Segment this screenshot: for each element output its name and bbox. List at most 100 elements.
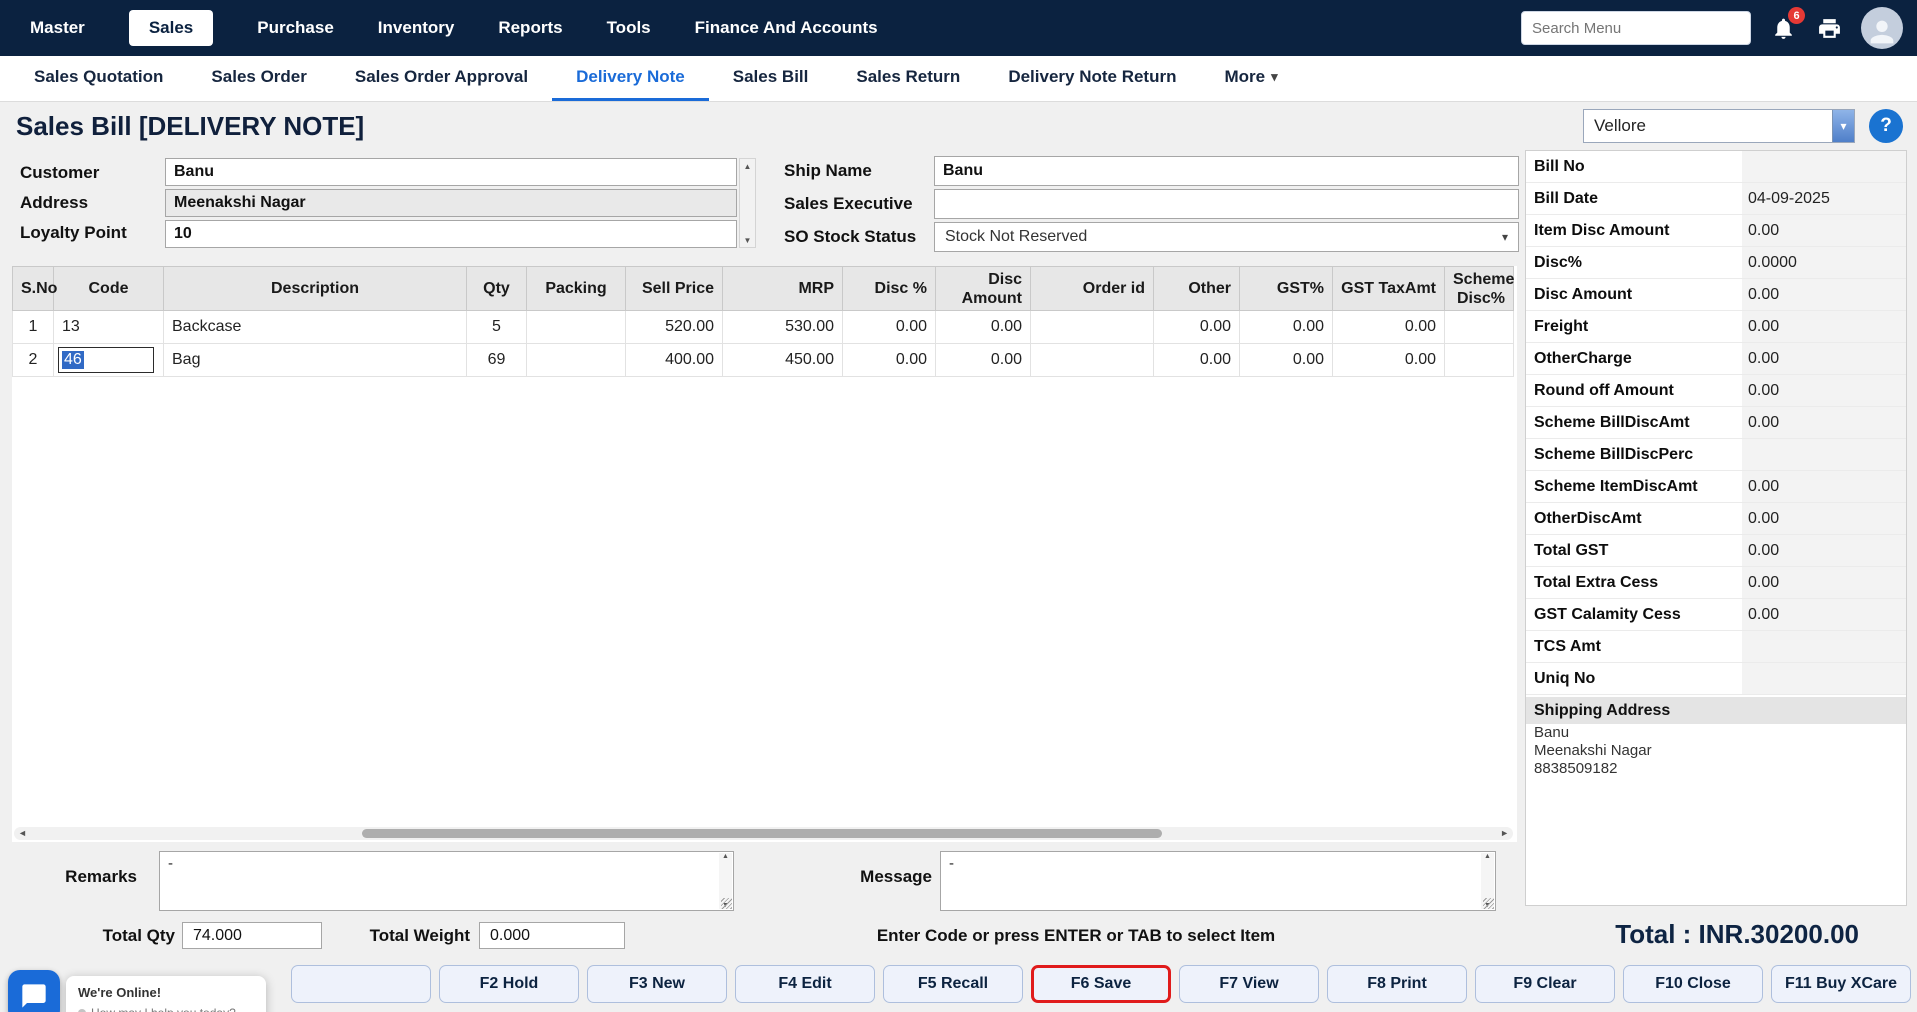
horizontal-scrollbar[interactable]: ◄ ► (14, 827, 1513, 840)
tab-sales-order-approval[interactable]: Sales Order Approval (331, 56, 552, 101)
col-header-packing: Packing (527, 267, 626, 311)
cell-sell-price[interactable]: 520.00 (626, 311, 723, 344)
f11-buy-xcare-button[interactable]: F11 Buy XCare (1771, 965, 1911, 1003)
cell-disc-pct[interactable]: 0.00 (843, 344, 936, 377)
content-area: Customer Address Meenakshi Nagar Loyalty… (0, 150, 1917, 915)
chat-status-card[interactable]: We're Online! How may I help you today? (66, 976, 266, 1012)
cell-gst-taxamt[interactable]: 0.00 (1333, 344, 1445, 377)
f6-save-button[interactable]: F6 Save (1031, 965, 1171, 1003)
cell-description[interactable]: Bag (164, 344, 467, 377)
code-cell-editor[interactable]: 46 (58, 347, 154, 373)
cell-gst-pct[interactable]: 0.00 (1240, 311, 1333, 344)
sales-executive-input[interactable] (934, 189, 1519, 219)
total-qty-input[interactable] (182, 922, 322, 949)
scroll-right-icon[interactable]: ► (1500, 828, 1509, 838)
f3-new-button[interactable]: F3 New (587, 965, 727, 1003)
summary-row-disc-pct: Disc%0.0000 (1526, 247, 1906, 279)
so-stock-status-select[interactable]: Stock Not Reserved ▾ (934, 222, 1519, 252)
cell-code[interactable]: 46 (54, 344, 164, 377)
tab-more[interactable]: More ▾ (1200, 56, 1301, 101)
remarks-textarea[interactable]: - ▲ ▼ (159, 851, 734, 911)
summary-row-scheme-billdiscamt: Scheme BillDiscAmt0.00 (1526, 407, 1906, 439)
f5-recall-button[interactable]: F5 Recall (883, 965, 1023, 1003)
ship-name-input[interactable] (934, 156, 1519, 186)
nav-item-reports[interactable]: Reports (498, 18, 562, 38)
cell-packing[interactable] (527, 344, 626, 377)
scrollbar-track[interactable] (740, 173, 755, 233)
nav-item-finance-and-accounts[interactable]: Finance And Accounts (695, 18, 878, 38)
summary-value: 0.00 (1742, 567, 1906, 598)
scroll-left-icon[interactable]: ◄ (18, 828, 27, 838)
location-dropdown[interactable]: Vellore ▾ (1583, 109, 1855, 143)
resize-handle[interactable] (721, 898, 732, 909)
f4-edit-button[interactable]: F4 Edit (735, 965, 875, 1003)
cell-code[interactable]: 13 (54, 311, 164, 344)
total-weight-input[interactable] (479, 922, 625, 949)
scrollbar-thumb[interactable] (362, 829, 1162, 838)
tab-sales-order[interactable]: Sales Order (187, 56, 330, 101)
f2-hold-button[interactable]: F2 Hold (439, 965, 579, 1003)
search-menu-input[interactable] (1521, 11, 1751, 45)
address-field[interactable]: Meenakshi Nagar (165, 189, 737, 217)
user-avatar[interactable] (1861, 7, 1903, 49)
f1-button[interactable] (291, 965, 431, 1003)
tab-sales-bill[interactable]: Sales Bill (709, 56, 833, 101)
cell-disc-pct[interactable]: 0.00 (843, 311, 936, 344)
summary-value: 0.00 (1742, 311, 1906, 342)
summary-value: 0.00 (1742, 343, 1906, 374)
loyalty-point-input[interactable] (165, 220, 737, 248)
tab-delivery-note[interactable]: Delivery Note (552, 56, 709, 101)
message-textarea[interactable]: - ▲ ▼ (940, 851, 1496, 911)
tab-delivery-note-return[interactable]: Delivery Note Return (984, 56, 1200, 101)
col-header-order-id: Order id (1031, 267, 1154, 311)
f10-close-button[interactable]: F10 Close (1623, 965, 1763, 1003)
chevron-down-icon[interactable]: ▾ (1832, 110, 1854, 142)
cell-gst-pct[interactable]: 0.00 (1240, 344, 1333, 377)
cell-other[interactable]: 0.00 (1154, 344, 1240, 377)
cell-scheme-disc[interactable] (1445, 344, 1514, 377)
cell-sno[interactable]: 1 (13, 311, 54, 344)
nav-item-master[interactable]: Master (30, 18, 85, 38)
cell-disc-amount[interactable]: 0.00 (936, 311, 1031, 344)
cell-qty[interactable]: 5 (467, 311, 527, 344)
cell-mrp[interactable]: 530.00 (723, 311, 843, 344)
tab-sales-quotation[interactable]: Sales Quotation (10, 56, 187, 101)
col-header-sno: S.No (13, 267, 54, 311)
cell-packing[interactable] (527, 311, 626, 344)
caret-glyph: ▾ (1840, 119, 1846, 133)
cell-scheme-disc[interactable] (1445, 311, 1514, 344)
summary-label: Disc% (1526, 247, 1742, 278)
customer-input[interactable] (165, 158, 737, 186)
form-vertical-scrollbar[interactable]: ▲ ▼ (739, 158, 756, 248)
cell-mrp[interactable]: 450.00 (723, 344, 843, 377)
nav-item-purchase[interactable]: Purchase (257, 18, 334, 38)
scroll-up-icon[interactable]: ▲ (722, 853, 729, 860)
f8-print-button[interactable]: F8 Print (1327, 965, 1467, 1003)
cell-order-id[interactable] (1031, 311, 1154, 344)
nav-item-sales[interactable]: Sales (129, 10, 213, 46)
cell-sell-price[interactable]: 400.00 (626, 344, 723, 377)
cell-order-id[interactable] (1031, 344, 1154, 377)
resize-handle[interactable] (1483, 898, 1494, 909)
print-button[interactable] (1815, 14, 1843, 42)
notifications-button[interactable]: 6 (1769, 14, 1797, 42)
nav-item-tools[interactable]: Tools (607, 18, 651, 38)
scroll-up-icon[interactable]: ▲ (740, 159, 755, 173)
chat-launcher-button[interactable] (8, 970, 60, 1012)
cell-sno[interactable]: 2 (13, 344, 54, 377)
scroll-up-icon[interactable]: ▲ (1484, 853, 1491, 860)
cell-description[interactable]: Backcase (164, 311, 467, 344)
nav-item-inventory[interactable]: Inventory (378, 18, 455, 38)
summary-row-tcs-amt: TCS Amt (1526, 631, 1906, 663)
f9-clear-button[interactable]: F9 Clear (1475, 965, 1615, 1003)
f7-view-button[interactable]: F7 View (1179, 965, 1319, 1003)
cell-other[interactable]: 0.00 (1154, 311, 1240, 344)
help-button[interactable]: ? (1869, 109, 1903, 143)
chat-bubble-icon (20, 982, 48, 1010)
scroll-down-icon[interactable]: ▼ (740, 233, 755, 247)
tab-sales-return[interactable]: Sales Return (832, 56, 984, 101)
cell-disc-amount[interactable]: 0.00 (936, 344, 1031, 377)
cell-gst-taxamt[interactable]: 0.00 (1333, 311, 1445, 344)
cell-qty[interactable]: 69 (467, 344, 527, 377)
summary-label: Total Extra Cess (1526, 567, 1742, 598)
